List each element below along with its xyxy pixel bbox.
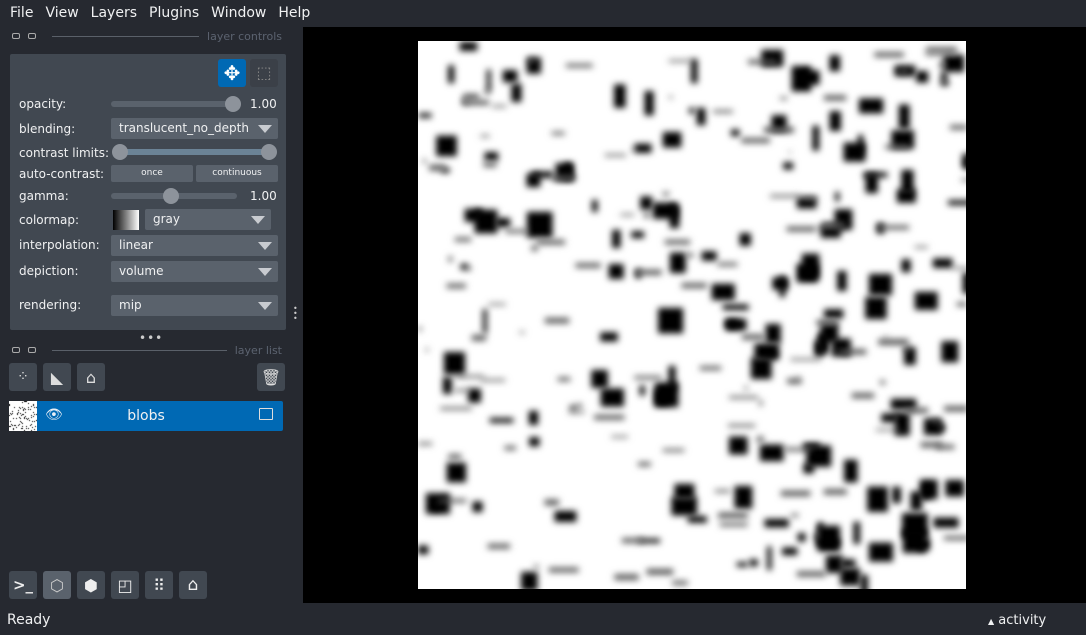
caret-up-icon: ▲ xyxy=(988,617,995,626)
contrast-limits-slider[interactable] xyxy=(112,144,277,160)
menu-window[interactable]: Window xyxy=(205,5,272,21)
menu-bar: File View Layers Plugins Window Help xyxy=(0,0,1086,25)
delete-layer-button[interactable]: 🗑 xyxy=(257,363,285,391)
opacity-label: opacity: xyxy=(19,97,67,111)
colormap-label: colormap: xyxy=(19,213,80,227)
gamma-slider[interactable] xyxy=(111,188,237,204)
chevron-down-icon xyxy=(258,268,272,276)
home-icon: ⌂ xyxy=(187,575,199,595)
chevron-down-icon xyxy=(251,216,265,224)
interpolation-select[interactable]: linear xyxy=(111,235,278,256)
depiction-label: depiction: xyxy=(19,264,79,278)
colormap-preview xyxy=(113,210,139,230)
cube-wireframe-icon: ⬡ xyxy=(50,575,64,595)
menu-layers[interactable]: Layers xyxy=(85,5,143,21)
close-dock-icon[interactable] xyxy=(28,33,36,39)
terminal-icon: >_ xyxy=(12,576,34,594)
new-points-layer-button[interactable]: ⁘ xyxy=(9,363,37,391)
grid-icon: ⠿ xyxy=(153,575,165,595)
dock-resize-handle[interactable]: • • • xyxy=(293,305,298,323)
status-bar: Ready ▲ activity xyxy=(0,603,1086,635)
pan-zoom-icon[interactable]: ✥ xyxy=(218,59,246,87)
trash-icon: 🗑 xyxy=(260,367,282,387)
depiction-value: volume xyxy=(119,264,164,278)
blending-select[interactable]: translucent_no_depth xyxy=(111,118,278,139)
colormap-value: gray xyxy=(153,212,181,226)
rendering-select[interactable]: mip xyxy=(111,295,278,316)
close-dock-icon[interactable] xyxy=(28,347,36,353)
auto-contrast-label: auto-contrast: xyxy=(19,167,105,181)
rendering-label: rendering: xyxy=(19,298,82,312)
float-icon[interactable] xyxy=(12,33,20,39)
opacity-value: 1.00 xyxy=(250,97,277,111)
activity-button[interactable]: ▲ activity xyxy=(988,613,1046,628)
layer-name: blobs xyxy=(127,408,165,424)
grid-view-button[interactable]: ⠿ xyxy=(145,571,173,599)
layer-controls-header: layer controls xyxy=(12,29,282,43)
image-layer-icon xyxy=(259,408,273,420)
reset-view-button[interactable]: ⌂ xyxy=(179,571,207,599)
gamma-label: gamma: xyxy=(19,189,69,203)
chevron-down-icon xyxy=(258,242,272,250)
transpose-button[interactable]: ◰ xyxy=(111,571,139,599)
menu-file[interactable]: File xyxy=(4,5,39,21)
tag-icon: ⌂ xyxy=(85,367,97,387)
console-button[interactable]: >_ xyxy=(9,571,37,599)
transform-icon[interactable]: ⬚ xyxy=(250,59,278,87)
float-icon[interactable] xyxy=(12,347,20,353)
auto-contrast-continuous-button[interactable]: continuous xyxy=(196,165,278,182)
colormap-select[interactable]: gray xyxy=(145,209,271,230)
shapes-icon: ◣ xyxy=(50,367,64,387)
blobs-image xyxy=(418,41,966,589)
transpose-icon: ◰ xyxy=(117,575,133,595)
menu-help[interactable]: Help xyxy=(272,5,316,21)
points-icon: ⁘ xyxy=(17,369,29,385)
new-shapes-layer-button[interactable]: ◣ xyxy=(43,363,71,391)
layer-controls-title: layer controls xyxy=(207,29,282,43)
opacity-slider[interactable] xyxy=(111,96,241,112)
interpolation-value: linear xyxy=(119,238,153,252)
roll-dims-button[interactable]: ⬢ xyxy=(77,571,105,599)
blending-label: blending: xyxy=(19,122,76,136)
cube-roll-icon: ⬢ xyxy=(84,575,98,595)
interpolation-label: interpolation: xyxy=(19,238,100,252)
rendering-value: mip xyxy=(119,298,142,312)
chevron-down-icon xyxy=(258,302,272,310)
new-labels-layer-button[interactable]: ⌂ xyxy=(77,363,105,391)
layer-controls-panel: ✥ ⬚ opacity: 1.00 blending: translucent_… xyxy=(10,54,286,330)
gamma-value: 1.00 xyxy=(250,189,277,203)
menu-view[interactable]: View xyxy=(39,5,84,21)
layer-list-header: layer list xyxy=(12,343,282,357)
toggle-ndisplay-button[interactable]: ⬡ xyxy=(43,571,71,599)
layer-item-blobs[interactable]: 👁 blobs xyxy=(9,401,283,431)
status-text: Ready xyxy=(7,612,51,628)
menu-plugins[interactable]: Plugins xyxy=(143,5,205,21)
auto-contrast-once-button[interactable]: once xyxy=(111,165,193,182)
activity-label: activity xyxy=(998,613,1047,628)
chevron-down-icon xyxy=(258,125,272,133)
contrast-limits-label: contrast limits: xyxy=(19,146,109,160)
depiction-select[interactable]: volume xyxy=(111,261,278,282)
layer-list-title: layer list xyxy=(234,343,282,357)
viewer-canvas[interactable] xyxy=(303,27,1086,603)
blending-value: translucent_no_depth xyxy=(119,121,249,135)
